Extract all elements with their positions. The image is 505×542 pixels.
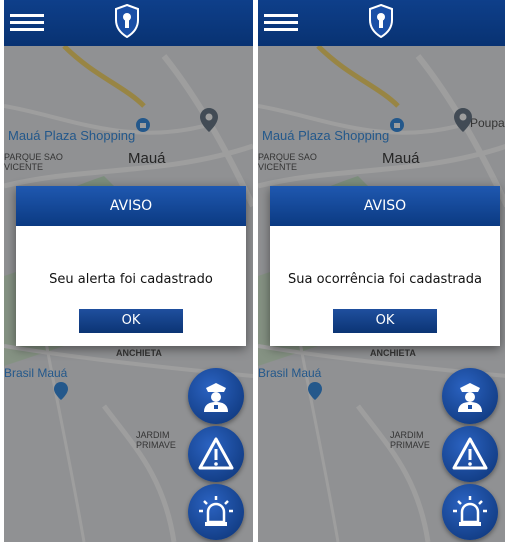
dialog-title: AVISO [16, 186, 246, 226]
shield-logo-icon [369, 4, 393, 38]
police-button[interactable] [188, 368, 244, 424]
alert-dialog: AVISO Seu alerta foi cadastrado OK [16, 186, 246, 346]
dialog-message: Seu alerta foi cadastrado [49, 272, 213, 287]
warning-icon [452, 437, 488, 470]
police-button[interactable] [442, 368, 498, 424]
siren-icon [453, 496, 487, 526]
siren-button[interactable] [442, 484, 498, 540]
siren-icon [199, 496, 233, 526]
menu-icon[interactable] [264, 14, 298, 32]
app-header [258, 0, 505, 46]
ok-button[interactable]: OK [79, 309, 183, 333]
dialog-title: AVISO [270, 186, 500, 226]
app-header [4, 0, 253, 46]
phone-screen-right: Mauá Plaza Shopping Mauá PARQUE SAO VICE… [258, 0, 505, 542]
police-officer-icon [204, 383, 228, 412]
police-officer-icon [458, 383, 482, 412]
warning-button[interactable] [442, 426, 498, 482]
alert-dialog: AVISO Sua ocorrência foi cadastrada OK [270, 186, 500, 346]
warning-button[interactable] [188, 426, 244, 482]
shield-logo-icon [115, 4, 139, 38]
phone-screen-left: Mauá Plaza Shopping Mauá PARQUE SAO VICE… [4, 0, 253, 542]
siren-button[interactable] [188, 484, 244, 540]
dialog-message: Sua ocorrência foi cadastrada [288, 272, 482, 287]
warning-icon [198, 437, 234, 470]
ok-button[interactable]: OK [333, 309, 437, 333]
menu-icon[interactable] [10, 14, 44, 32]
